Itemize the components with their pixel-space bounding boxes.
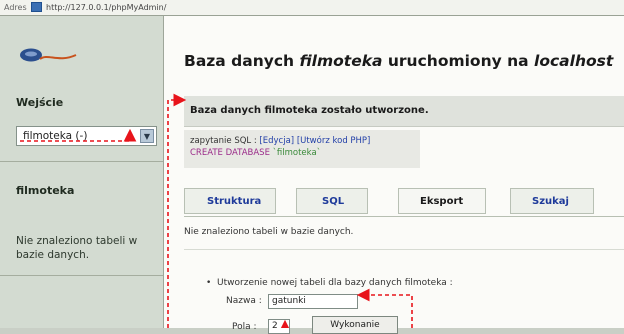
tab-struktura[interactable]: Struktura [184,188,276,214]
table-name-value: gatunki [272,296,306,306]
title-text: uruchomiony na [382,52,535,70]
title-host: localhost [534,52,614,70]
sql-keyword: CREATE DATABASE [190,148,270,158]
chevron-down-icon[interactable]: ▼ [140,129,154,143]
database-select-value: filmoteka (-) [23,130,88,142]
sql-query-line: zapytanie SQL : [Edycja] [Utwórz kod PHP… [190,136,370,147]
no-tables-main: Nie znaleziono tabeli w bazie danych. [184,227,354,237]
sql-identifier: `filmoteka` [272,148,321,158]
tab-sql[interactable]: SQL [296,188,368,214]
edit-link[interactable]: [Edycja] [259,136,294,146]
divider [0,161,163,162]
success-message-text: Baza danych filmoteka zostało utworzone. [190,105,429,116]
database-name-link[interactable]: filmoteka [16,184,74,197]
title-text: Baza danych [184,52,300,70]
sql-statement: CREATE DATABASE `filmoteka` [190,148,321,159]
fields-label: Pola : [232,322,257,332]
create-php-link[interactable]: [Utwórz kod PHP] [297,136,371,146]
tab-label: Szukaj [532,196,569,207]
success-message: Baza danych filmoteka zostało utworzone. [184,96,624,127]
address-url[interactable]: http://127.0.0.1/phpMyAdmin/ [46,3,166,12]
divider [184,249,624,250]
phpmyadmin-logo [20,48,77,62]
create-table-text: Utworzenie nowej tabeli dla bazy danych … [217,278,453,288]
no-tables-text: Nie znaleziono tabeli w bazie danych. [16,235,138,261]
divider [0,275,163,276]
fields-count-value: 2 [272,321,278,331]
tab-label: Eksport [420,196,464,207]
fields-count-input[interactable]: 2 [268,319,290,334]
database-select[interactable]: filmoteka (-) ▼ [16,126,157,146]
login-heading: Wejście [16,96,64,109]
address-label: Adres [4,3,27,12]
table-name-input[interactable]: gatunki [268,294,358,309]
tab-label: Struktura [207,196,262,207]
title-db: filmoteka [299,52,383,70]
page-title: Baza danych filmoteka uruchomiony na loc… [184,52,613,70]
submit-button[interactable]: Wykonanie [312,316,398,334]
create-table-label: • Utworzenie nowej tabeli dla bazy danyc… [206,278,453,288]
tab-eksport[interactable]: Eksport [398,188,486,214]
tab-szukaj[interactable]: Szukaj [510,188,594,214]
address-bar: Adres http://127.0.0.1/phpMyAdmin/ [0,0,624,16]
tab-bar: Struktura SQL Eksport Szukaj [184,188,624,217]
sql-label: zapytanie SQL : [190,136,260,146]
sql-query-box: zapytanie SQL : [Edycja] [Utwórz kod PHP… [184,130,420,168]
sidebar: Wejście filmoteka (-) ▼ filmoteka Nie zn… [0,16,164,328]
main-panel: Baza danych filmoteka uruchomiony na loc… [164,16,624,334]
tab-label: SQL [322,196,345,207]
page-icon [31,2,42,12]
name-label: Nazwa : [226,296,262,306]
